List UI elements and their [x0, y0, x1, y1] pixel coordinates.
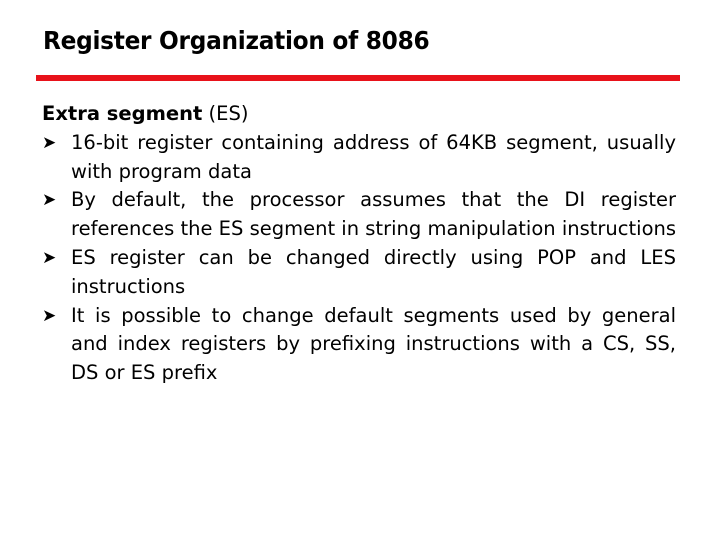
arrow-bullet-icon: ➤ — [42, 190, 57, 211]
bullet-item: ➤ ES register can be changed directly us… — [42, 244, 676, 302]
arrow-bullet-icon: ➤ — [42, 132, 57, 153]
bullet-item: ➤ By default, the processor assumes that… — [42, 186, 676, 244]
bullet-item: ➤ It is possible to change default segme… — [42, 302, 676, 388]
section-heading-abbrev: (ES) — [202, 102, 249, 125]
title-divider — [36, 75, 680, 81]
arrow-bullet-icon: ➤ — [42, 247, 57, 268]
section-heading: Extra segment (ES) — [42, 100, 676, 129]
bullet-text: By default, the processor assumes that t… — [71, 188, 677, 241]
slide-title: Register Organization of 8086 — [43, 26, 430, 55]
slide-body: Extra segment (ES) ➤ 16-bit register con… — [42, 100, 676, 388]
section-heading-bold: Extra segment — [42, 102, 203, 125]
bullet-text: ES register can be changed directly usin… — [71, 245, 676, 298]
bullet-text: 16-bit register containing address of 64… — [71, 130, 676, 183]
bullet-list: ➤ 16-bit register containing address of … — [42, 129, 676, 388]
bullet-text: It is possible to change default segment… — [71, 303, 676, 385]
arrow-bullet-icon: ➤ — [42, 305, 57, 326]
bullet-item: ➤ 16-bit register containing address of … — [42, 129, 676, 187]
